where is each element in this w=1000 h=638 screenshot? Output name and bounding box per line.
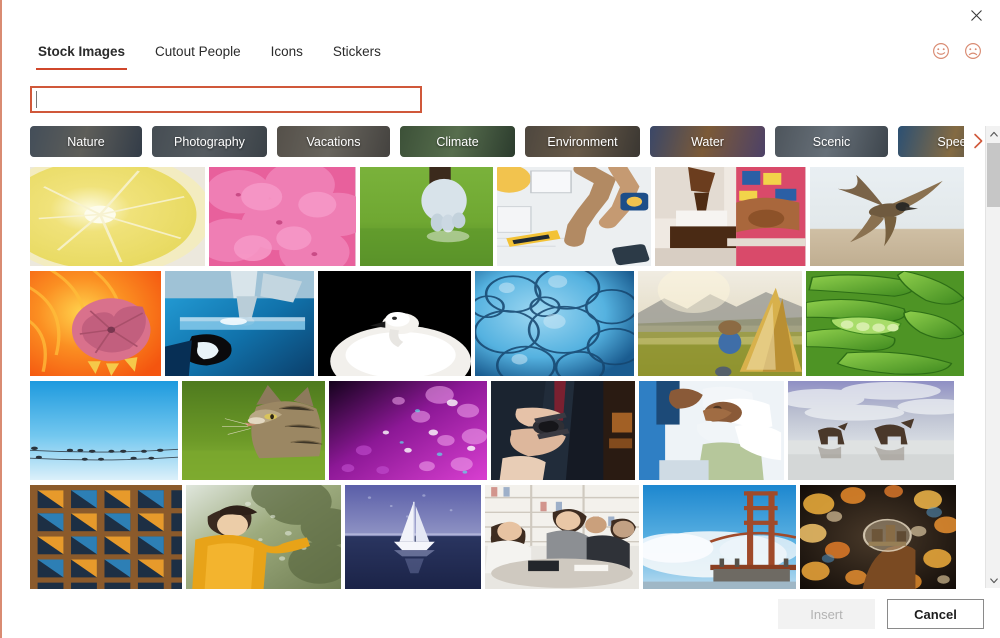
tab-bar: Stock Images Cutout People Icons Sticker… — [36, 42, 383, 70]
scrollbar-thumb[interactable] — [987, 143, 1000, 207]
insert-button[interactable]: Insert — [778, 599, 875, 629]
image-thumbnail — [30, 381, 178, 480]
frowning-face-icon[interactable] — [964, 42, 982, 60]
category-chip-speed[interactable]: Speed — [898, 126, 964, 157]
image-result-gloved-hand-on-grass[interactable] — [359, 167, 494, 266]
stock-images-dialog: Stock Images Cutout People Icons Sticker… — [0, 0, 1000, 638]
image-result-horses-running-on-beach[interactable] — [788, 381, 954, 480]
close-glyph — [970, 9, 982, 21]
image-thumbnail — [30, 485, 182, 589]
image-result-medical-examination-hands[interactable] — [639, 381, 784, 480]
category-chip-climate[interactable]: Climate — [400, 126, 515, 157]
tab-icons[interactable]: Icons — [269, 42, 305, 70]
category-chip-scenic[interactable]: Scenic — [775, 126, 888, 157]
image-thumbnail — [485, 485, 639, 589]
image-result-pink-hydrangea-flowers[interactable] — [209, 167, 356, 266]
image-result-tabby-cat-in-grass[interactable] — [182, 381, 325, 480]
category-chip-label: Speed — [937, 134, 964, 149]
image-results-row — [30, 271, 964, 376]
image-result-building-facade-windows[interactable] — [30, 485, 182, 589]
image-result-nautilus-shell-orange[interactable] — [30, 271, 161, 376]
image-thumbnail — [497, 167, 652, 266]
image-thumbnail — [329, 381, 487, 480]
image-result-golden-gate-bridge[interactable] — [643, 485, 796, 589]
image-result-businessman-adjusting-watch[interactable] — [491, 381, 635, 480]
tab-stickers[interactable]: Stickers — [331, 42, 383, 70]
image-result-camping-tent-at-sunset[interactable] — [638, 271, 802, 376]
image-thumbnail — [809, 167, 964, 266]
chevron-up-glyph — [989, 131, 998, 137]
search-box[interactable] — [30, 86, 422, 113]
image-thumbnail — [638, 271, 802, 376]
image-result-blue-bubbles-macro[interactable] — [475, 271, 634, 376]
image-thumbnail — [655, 167, 806, 266]
image-thumbnail — [30, 167, 206, 266]
category-chip-label: Scenic — [812, 134, 851, 149]
image-thumbnail — [788, 381, 954, 480]
category-chip-vacations[interactable]: Vacations — [277, 126, 390, 157]
image-result-city-bokeh-with-lens-ball[interactable] — [800, 485, 956, 589]
image-result-hands-woodworking-brush[interactable] — [655, 167, 806, 266]
chevron-down-icon[interactable] — [986, 573, 1000, 588]
image-result-bird-in-flight[interactable] — [809, 167, 964, 266]
category-chip-label: Water — [691, 134, 724, 149]
category-chip-list: Nature Photography Vacations Climate Environ… — [30, 126, 964, 157]
image-thumbnail — [182, 381, 325, 480]
image-result-blue-microscope[interactable] — [165, 271, 314, 376]
image-thumbnail — [643, 485, 796, 589]
image-result-white-swan-on-black[interactable] — [318, 271, 471, 376]
text-cursor — [36, 91, 37, 108]
image-results-grid — [30, 167, 964, 589]
feedback-icons — [932, 42, 982, 60]
image-result-birds-on-wire-blue-sky[interactable] — [30, 381, 178, 480]
image-thumbnail — [800, 485, 956, 589]
image-thumbnail — [345, 485, 481, 589]
chevron-right-glyph — [973, 133, 982, 149]
image-result-lemon-slice[interactable] — [30, 167, 206, 266]
image-thumbnail — [359, 167, 494, 266]
image-result-architect-blueprint-drafting[interactable] — [497, 167, 652, 266]
image-result-students-studying-in-library[interactable] — [485, 485, 639, 589]
close-icon[interactable] — [962, 2, 990, 28]
image-thumbnail — [30, 271, 161, 376]
image-thumbnail — [806, 271, 964, 376]
dialog-footer: Insert Cancel — [2, 590, 1000, 638]
category-chip-label: Environment — [547, 134, 618, 149]
image-thumbnail — [165, 271, 314, 376]
category-chip-label: Photography — [174, 134, 245, 149]
image-result-purple-bokeh-lights[interactable] — [329, 381, 487, 480]
category-chip-label: Vacations — [306, 134, 361, 149]
image-thumbnail — [639, 381, 784, 480]
smiley-face-icon[interactable] — [932, 42, 950, 60]
category-chip-label: Climate — [436, 134, 479, 149]
image-results-row — [30, 485, 964, 589]
image-result-sailboat-on-purple-sea[interactable] — [345, 485, 481, 589]
image-thumbnail — [491, 381, 635, 480]
image-results-row — [30, 167, 964, 266]
image-result-woman-in-yellow-in-rain[interactable] — [186, 485, 341, 589]
cancel-button[interactable]: Cancel — [887, 599, 984, 629]
category-chip-nature[interactable]: Nature — [30, 126, 142, 157]
chevron-up-icon[interactable] — [986, 126, 1000, 141]
image-thumbnail — [186, 485, 341, 589]
image-thumbnail — [318, 271, 471, 376]
chevron-down-glyph — [989, 577, 998, 583]
category-chip-photography[interactable]: Photography — [152, 126, 267, 157]
category-chip-water[interactable]: Water — [650, 126, 765, 157]
search-input[interactable] — [38, 88, 414, 111]
category-chip-label: Nature — [67, 134, 105, 149]
image-result-green-pea-pods[interactable] — [806, 271, 964, 376]
tab-stock-images[interactable]: Stock Images — [36, 42, 128, 70]
image-thumbnail — [475, 271, 634, 376]
image-results-row — [30, 381, 964, 480]
results-scrollbar[interactable] — [985, 126, 1000, 588]
image-thumbnail — [209, 167, 356, 266]
category-chip-environment[interactable]: Environment — [525, 126, 640, 157]
tab-cutout-people[interactable]: Cutout People — [153, 42, 243, 70]
